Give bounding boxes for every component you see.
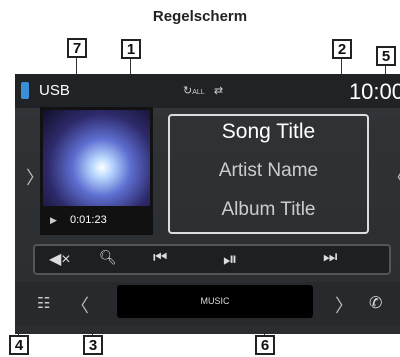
album-artwork[interactable]: ▶ 0:01:23 bbox=[40, 107, 153, 235]
song-title: Song Title bbox=[221, 120, 316, 143]
clock: 10:00 bbox=[348, 79, 400, 104]
page-heading: Regelscherm bbox=[152, 8, 248, 25]
source-control-box[interactable]: MUSIC bbox=[117, 285, 313, 318]
next-icon[interactable]: ⏭︎ bbox=[323, 249, 337, 267]
source-control-label: MUSIC bbox=[200, 296, 230, 306]
play-state-icon: ▶ bbox=[50, 215, 57, 225]
callout-7: 7 bbox=[67, 38, 87, 58]
previous-tab-chevron-icon[interactable]: 〈 bbox=[71, 292, 89, 318]
phone-icon[interactable]: ✆ bbox=[369, 293, 382, 313]
album-title: Album Title bbox=[221, 199, 316, 220]
bottom-bar: ☷ 〈 MUSIC 〉 ✆ bbox=[15, 282, 400, 326]
usb-icon bbox=[21, 82, 29, 99]
play-pause-icon[interactable]: ⏯︎ bbox=[223, 249, 237, 270]
mute-icon[interactable]: ◀× bbox=[49, 249, 71, 269]
shuffle-icon: ⇄ bbox=[213, 85, 224, 97]
track-info-panel[interactable]: Song Title Artist Name Album Title bbox=[168, 114, 369, 234]
left-chevron-icon[interactable]: 〉 bbox=[26, 164, 44, 190]
menu-grid-icon[interactable]: ☷ bbox=[37, 294, 50, 312]
artwork-image bbox=[43, 110, 150, 206]
callout-1: 1 bbox=[121, 39, 141, 59]
right-chevron-icon[interactable]: 〈 bbox=[387, 164, 400, 190]
top-status-bar: USB ↻ALL ⇄ 10:00 bbox=[15, 74, 400, 108]
play-mode-indicators: ↻ALL ⇄ bbox=[183, 84, 223, 97]
repeat-all-text: ALL bbox=[192, 89, 205, 96]
head-unit-screen: USB ↻ALL ⇄ 10:00 ▶ 0:01:23 Song Title Ar… bbox=[15, 74, 400, 334]
elapsed-time: 0:01:23 bbox=[70, 214, 107, 226]
callout-4: 4 bbox=[9, 335, 29, 355]
source-label: USB bbox=[39, 82, 70, 99]
control-bar: ◀× 🔍︎ ⏮︎ ⏯︎ ⏭︎ bbox=[33, 244, 391, 275]
callout-2: 2 bbox=[332, 39, 352, 59]
repeat-all-icon: ↻ bbox=[183, 85, 193, 97]
callout-6: 6 bbox=[255, 335, 275, 355]
artist-name: Artist Name bbox=[218, 160, 319, 181]
previous-icon[interactable]: ⏮︎ bbox=[153, 249, 167, 267]
search-icon[interactable]: 🔍︎ bbox=[99, 249, 117, 266]
callout-5: 5 bbox=[376, 46, 396, 66]
next-tab-chevron-icon[interactable]: 〉 bbox=[335, 292, 353, 318]
callout-3: 3 bbox=[83, 335, 103, 355]
